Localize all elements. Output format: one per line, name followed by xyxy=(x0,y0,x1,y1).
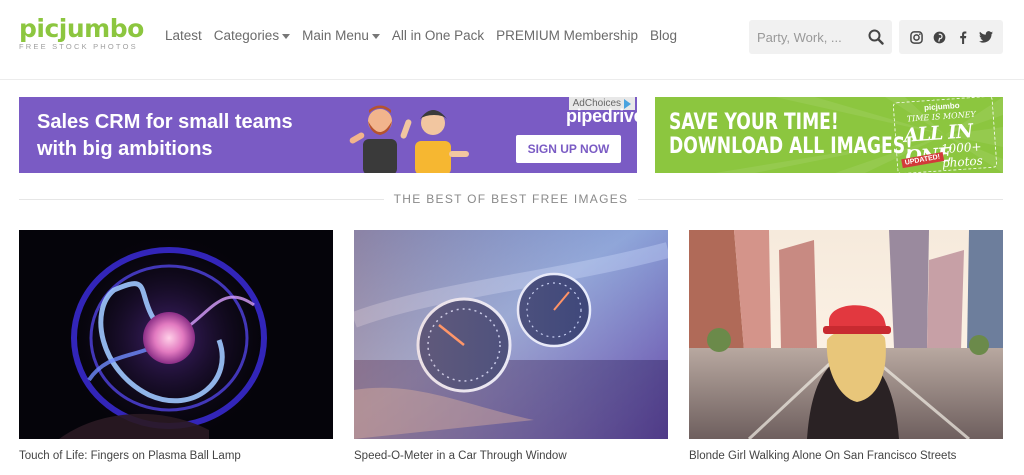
nav-item-blog[interactable]: Blog xyxy=(650,28,677,43)
nav-label: All in One Pack xyxy=(391,28,485,43)
chevron-down-icon xyxy=(282,33,291,39)
pinterest-icon[interactable] xyxy=(933,30,947,44)
chevron-down-icon xyxy=(371,33,380,39)
photo-card-speedometer[interactable] xyxy=(354,230,668,439)
ad-headline-line2: with big ambitions xyxy=(37,138,213,160)
ad-banner-all-in-one[interactable]: SAVE YOUR TIME! DOWNLOAD ALL IMAGES! pic… xyxy=(655,97,1003,173)
ad-banner-crm[interactable]: Sales CRM for small teams with big ambit… xyxy=(19,97,637,173)
twitter-icon[interactable] xyxy=(978,30,993,44)
photo-card-san-francisco[interactable] xyxy=(689,230,1003,439)
ad-pack-badge: picjumbo TIME IS MONEY ALL IN ONE 1000+ … xyxy=(892,97,998,173)
ad-headline-line1: Sales CRM for small teams xyxy=(37,111,293,133)
nav-item-categories[interactable]: Categories xyxy=(213,28,291,43)
nav-item-all-in-one-pack[interactable]: All in One Pack xyxy=(392,28,484,43)
main-nav: Latest Categories Main Menu All in One P… xyxy=(165,28,689,43)
social-links xyxy=(899,20,1003,54)
divider xyxy=(19,198,384,200)
logo-name[interactable]: picjumbo xyxy=(19,14,144,44)
logo-tagline: FREE STOCK PHOTOS xyxy=(19,42,138,51)
nav-label: Categories xyxy=(213,28,280,43)
badge-count: 1000+ photos xyxy=(940,139,984,171)
photo-speedometer xyxy=(354,230,668,439)
nav-label: PREMIUM Membership xyxy=(496,28,638,43)
nav-item-latest[interactable]: Latest xyxy=(165,28,202,43)
divider xyxy=(638,198,1004,200)
photo-caption[interactable]: Touch of Life: Fingers on Plasma Ball La… xyxy=(19,450,241,462)
section-heading: THE BEST OF BEST FREE IMAGES xyxy=(19,191,1004,207)
photo-caption[interactable]: Blonde Girl Walking Alone On San Francis… xyxy=(689,450,956,462)
ad-pack-line1: SAVE YOUR TIME! xyxy=(669,110,839,135)
logo[interactable]: picjumbo FREE STOCK PHOTOS xyxy=(19,14,144,51)
nav-label: Latest xyxy=(165,28,202,43)
nav-item-main-menu[interactable]: Main Menu xyxy=(302,28,380,43)
signup-button[interactable]: SIGN UP NOW xyxy=(516,135,621,163)
ad-illustration xyxy=(349,105,469,173)
instagram-icon[interactable] xyxy=(910,30,924,44)
ad-headline: Sales CRM for small teams with big ambit… xyxy=(37,109,293,163)
ad-pack-headline: SAVE YOUR TIME! DOWNLOAD ALL IMAGES! xyxy=(669,111,913,159)
ad-pack-line2: DOWNLOAD ALL IMAGES! xyxy=(669,134,913,159)
search-input[interactable] xyxy=(749,20,859,54)
search-box xyxy=(749,20,892,54)
search-icon[interactable] xyxy=(868,29,884,45)
photo-plasma-ball xyxy=(19,230,333,439)
photo-card-plasma[interactable] xyxy=(19,230,333,439)
ad-brand: pipedrive xyxy=(566,106,637,126)
nav-label: Blog xyxy=(649,28,677,43)
site-header: picjumbo FREE STOCK PHOTOS Latest Catego… xyxy=(0,0,1024,80)
photo-girl-san-francisco xyxy=(689,230,1003,439)
nav-label: Main Menu xyxy=(302,28,369,43)
facebook-icon[interactable] xyxy=(956,30,970,44)
nav-item-premium-membership[interactable]: PREMIUM Membership xyxy=(496,28,638,43)
photo-caption[interactable]: Speed-O-Meter in a Car Through Window xyxy=(354,450,567,462)
section-title: THE BEST OF BEST FREE IMAGES xyxy=(393,192,629,206)
